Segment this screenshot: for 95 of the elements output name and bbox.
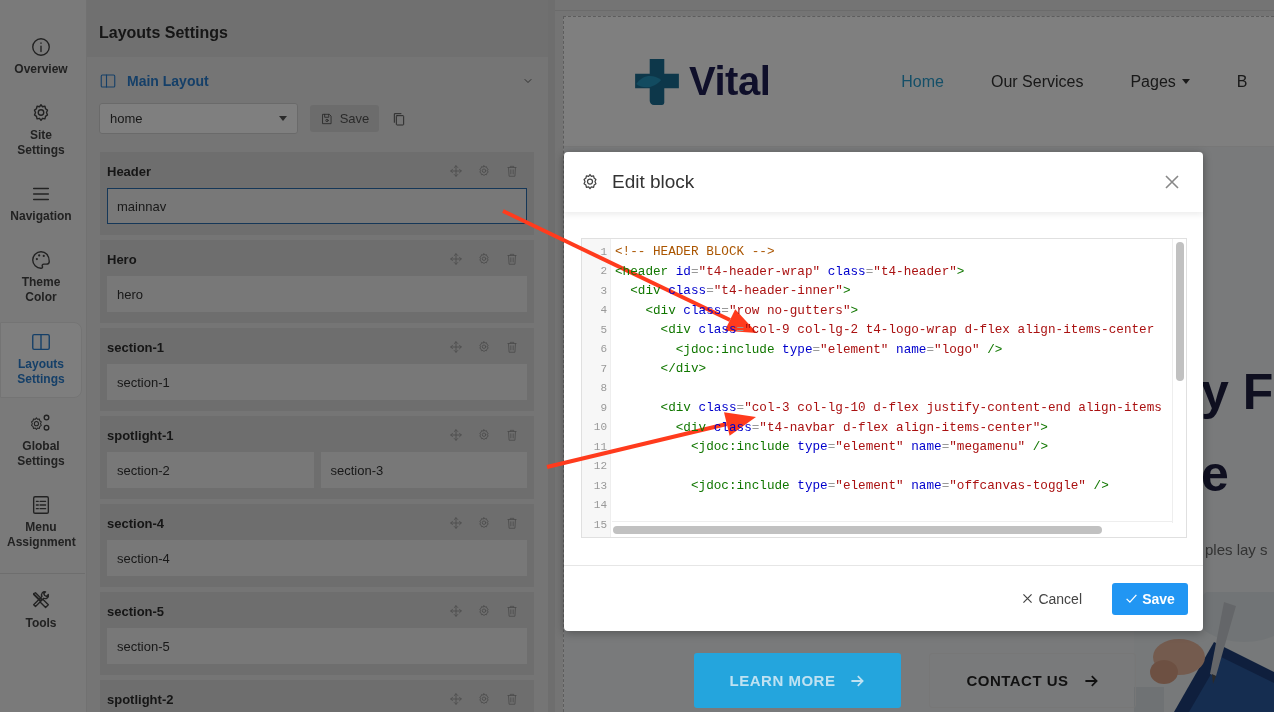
trash-icon[interactable]	[505, 164, 519, 178]
block-title: spotlight-1	[107, 427, 175, 443]
code-line: <jdoc:include type="element" name="logo" />	[674, 340, 1003, 359]
move-icon[interactable]	[449, 692, 463, 706]
move-icon[interactable]	[449, 428, 463, 442]
code-line: <jdoc:include type="element" name="offcanvas-toggle" />	[689, 477, 1109, 496]
block-title: spotlight-2	[107, 691, 175, 707]
trash-icon[interactable]	[505, 252, 519, 266]
save-button[interactable]: Save	[310, 105, 379, 132]
sidebar-item[interactable]: Site Settings	[0, 94, 82, 168]
sidebar-item[interactable]: Global Settings	[0, 405, 82, 479]
palette-icon	[30, 249, 52, 271]
settings-icon[interactable]	[477, 252, 491, 266]
floppy-icon	[319, 111, 334, 126]
position-field[interactable]: section-3	[320, 452, 527, 488]
move-icon[interactable]	[449, 252, 463, 266]
trash-icon[interactable]	[505, 692, 519, 706]
line-number: 13	[592, 479, 608, 492]
sidebar-item[interactable]: Theme Color	[0, 241, 82, 315]
move-icon[interactable]	[449, 164, 463, 178]
line-number: 15	[592, 518, 608, 531]
hero-text: ples lay s	[1205, 540, 1269, 560]
position-field[interactable]: section-4	[107, 540, 527, 576]
position-field[interactable]: hero	[107, 276, 527, 312]
line-number: 3	[599, 284, 608, 297]
move-icon[interactable]	[449, 604, 463, 618]
settings-icon[interactable]	[477, 692, 491, 706]
position-field[interactable]: section-5	[107, 628, 527, 664]
code-editor[interactable]	[581, 238, 1187, 538]
sidebar-item[interactable]: Overview	[0, 28, 82, 87]
close-icon	[1021, 592, 1035, 605]
nav-link[interactable]: Home	[901, 72, 944, 91]
position-field[interactable]: section-2	[107, 452, 314, 488]
line-number: 14	[592, 499, 608, 512]
sidebar-item[interactable]: Navigation	[0, 175, 82, 234]
position-field[interactable]: section-1	[107, 364, 527, 400]
code-line: </div>	[659, 360, 707, 379]
line-number: 8	[599, 382, 608, 395]
hero-heading: y F	[1201, 363, 1274, 422]
cancel-button[interactable]: Cancel	[1015, 589, 1088, 608]
nav-link[interactable]: Pages	[1130, 72, 1190, 91]
hero-heading: e	[1201, 445, 1230, 504]
cross-leaf-icon	[633, 56, 681, 107]
line-number: 5	[599, 323, 608, 336]
nav-link[interactable]: B	[1236, 72, 1248, 91]
close-button[interactable]	[1164, 174, 1180, 190]
layout-select[interactable]: home	[99, 103, 298, 134]
trash-icon[interactable]	[505, 516, 519, 530]
position-field[interactable]: mainnav	[107, 188, 527, 224]
code-line: <div class="t4-header-inner">	[629, 282, 851, 301]
line-number: 10	[592, 421, 608, 434]
move-icon[interactable]	[449, 340, 463, 354]
line-number: 6	[599, 343, 608, 356]
sidebar-item[interactable]: Layouts Settings	[0, 322, 82, 398]
check-icon	[1125, 592, 1139, 605]
code-line: <div class="col-3 col-lg-10 d-flex justify-content-end align-items	[659, 399, 1162, 418]
line-number: 2	[599, 265, 608, 278]
sidebar-item[interactable]: Tools	[0, 573, 85, 641]
block-title: section-1	[107, 339, 166, 355]
save-button[interactable]: Save	[1112, 582, 1188, 615]
sidebar-item[interactable]: Menu Assignment	[0, 486, 82, 560]
settings-icon[interactable]	[477, 516, 491, 530]
learn-more-button[interactable]: LEARN MORE	[694, 653, 901, 708]
trash-icon[interactable]	[505, 428, 519, 442]
block-title: section-5	[107, 603, 166, 619]
columns-icon	[30, 331, 52, 353]
settings-icon[interactable]	[477, 340, 491, 354]
move-icon[interactable]	[449, 516, 463, 530]
settings-icon[interactable]	[477, 604, 491, 618]
settings-icon[interactable]	[477, 164, 491, 178]
copy-icon	[391, 110, 407, 127]
block-title: Header	[107, 163, 153, 179]
settings-icon[interactable]	[477, 428, 491, 442]
code-line: <!-- HEADER BLOCK -->	[614, 243, 775, 262]
panel-title: Layouts Settings	[87, 0, 548, 57]
line-number: 12	[592, 460, 608, 473]
section-title: Main Layout	[127, 73, 210, 89]
info-icon	[30, 36, 52, 58]
line-number: 9	[599, 401, 608, 414]
line-number: 4	[599, 304, 608, 317]
columns-icon	[99, 72, 117, 90]
checklist-icon	[30, 494, 52, 516]
trash-icon[interactable]	[505, 604, 519, 618]
logo-text: Vital	[689, 59, 771, 104]
contact-button[interactable]: CONTACT US	[929, 653, 1136, 708]
trash-icon[interactable]	[505, 340, 519, 354]
settings-icon	[580, 172, 600, 192]
block-title: Hero	[107, 251, 138, 267]
line-number: 11	[592, 440, 608, 453]
nav-link[interactable]: Our Services	[990, 72, 1084, 91]
code-line: <jdoc:include type="element" name="megamenu" />	[689, 438, 1048, 457]
dialog-title: Edit block	[612, 171, 696, 193]
line-number: 1	[599, 245, 608, 258]
block-title: section-4	[107, 515, 166, 531]
line-number: 7	[599, 362, 608, 375]
